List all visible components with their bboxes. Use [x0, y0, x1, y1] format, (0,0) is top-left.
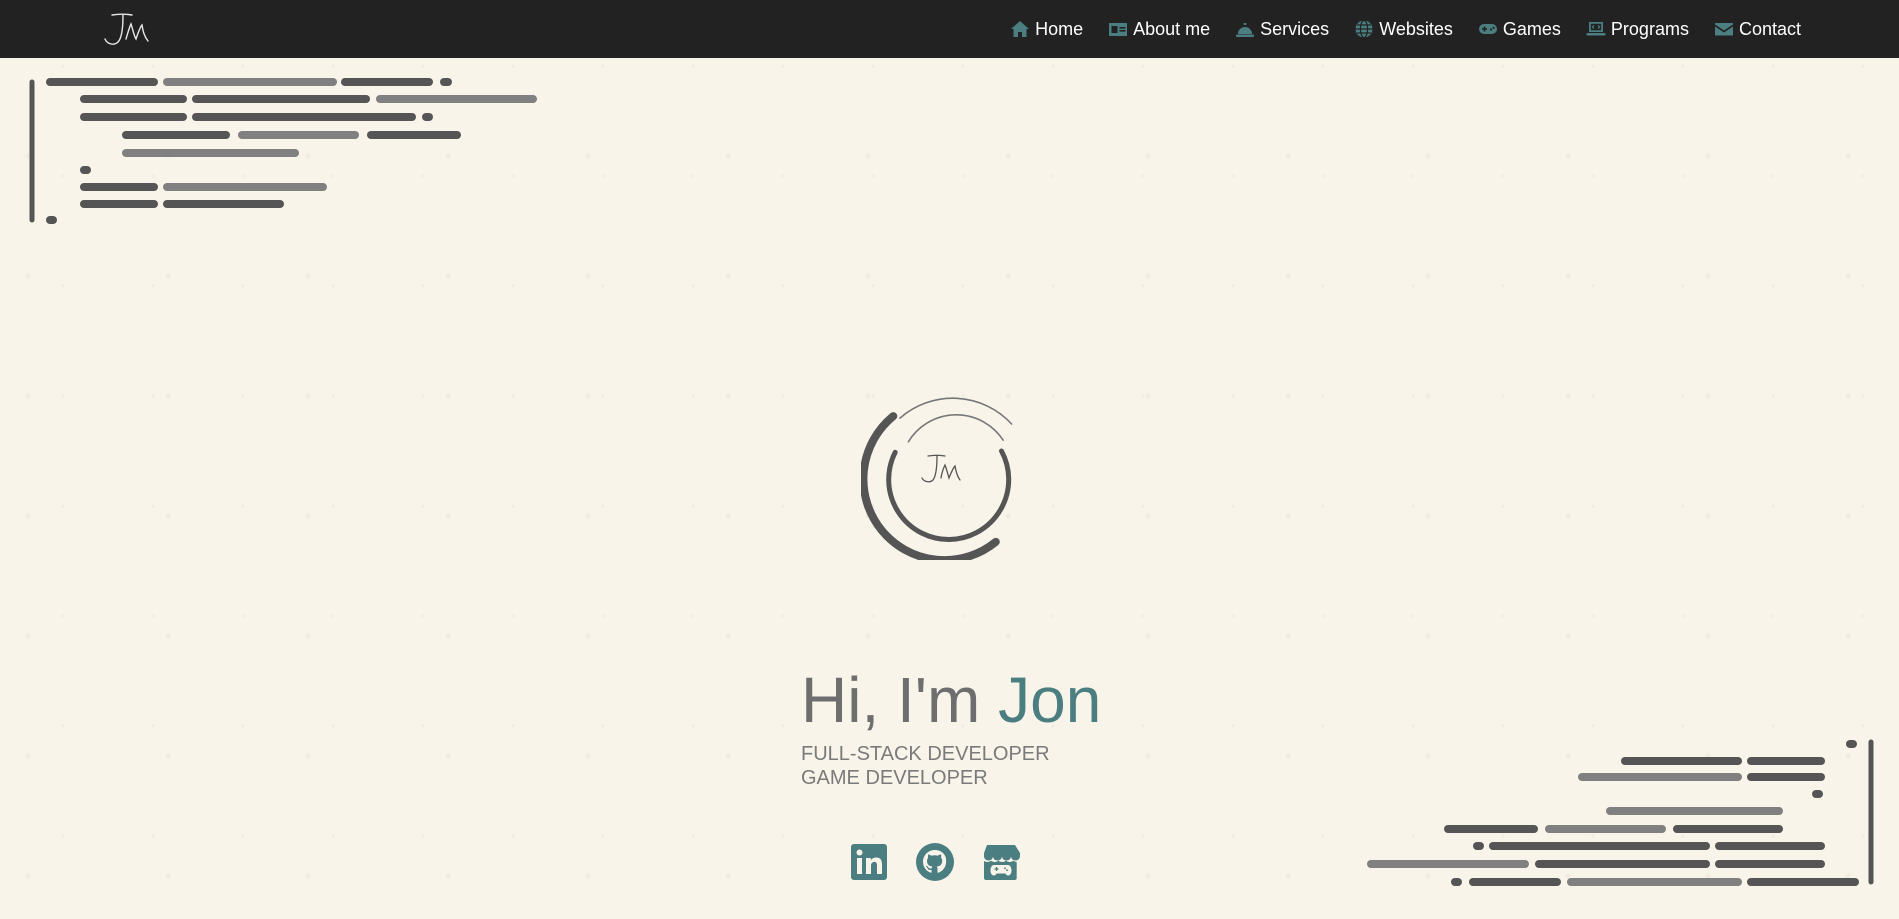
nav-menu: Home About me Services Websites Games Pr…	[1010, 0, 1801, 58]
brand-logo[interactable]	[96, 6, 156, 52]
nav-item-home[interactable]: Home	[1010, 19, 1083, 40]
nav-item-programs[interactable]: Programs	[1586, 19, 1689, 40]
nav-item-label: Contact	[1738, 18, 1801, 39]
social-links	[849, 842, 1021, 882]
role-fullstack: FULL-STACK DEVELOPER	[801, 743, 1050, 765]
id-card-icon	[1108, 19, 1128, 39]
laptop-code-icon	[1586, 19, 1606, 39]
linkedin-link[interactable]	[849, 842, 889, 882]
nav-item-label: Programs	[1610, 18, 1689, 39]
signature-logo-icon	[104, 13, 149, 45]
itchio-link[interactable]	[981, 842, 1021, 882]
github-link[interactable]	[915, 842, 955, 882]
nav-item-games[interactable]: Games	[1478, 19, 1561, 40]
gamepad-icon	[1478, 19, 1498, 39]
nav-item-label: About me	[1133, 18, 1211, 39]
service-bell-icon	[1235, 19, 1255, 39]
logo-emblem-icon	[861, 397, 1013, 560]
globe-icon	[1354, 19, 1374, 39]
hero-greeting: Hi, I'm	[801, 664, 981, 736]
nav-item-contact[interactable]: Contact	[1714, 19, 1801, 40]
role-game-developer: GAME DEVELOPER	[801, 767, 988, 789]
hero-name: Jon	[998, 664, 1102, 736]
nav-item-about[interactable]: About me	[1108, 19, 1210, 40]
envelope-icon	[1714, 19, 1734, 39]
nav-item-label: Games	[1502, 18, 1561, 39]
hero-heading: Hi, I'm Jon	[801, 668, 1101, 732]
home-icon	[1010, 19, 1030, 39]
github-icon	[915, 842, 955, 882]
navbar: Home About me Services Websites Games Pr…	[0, 0, 1899, 58]
nav-item-label: Home	[1035, 18, 1084, 39]
hero-section: Hi, I'm Jon FULL-STACK DEVELOPER GAME DE…	[801, 668, 1101, 790]
nav-item-label: Websites	[1379, 18, 1453, 39]
code-lines-decoration-bottom	[1367, 739, 1874, 886]
code-lines-decoration-top	[29, 78, 537, 224]
nav-item-services[interactable]: Services	[1235, 19, 1329, 40]
itchio-icon	[981, 842, 1021, 882]
nav-item-label: Services	[1260, 18, 1330, 39]
nav-item-websites[interactable]: Websites	[1354, 19, 1453, 40]
linkedin-icon	[849, 842, 889, 882]
